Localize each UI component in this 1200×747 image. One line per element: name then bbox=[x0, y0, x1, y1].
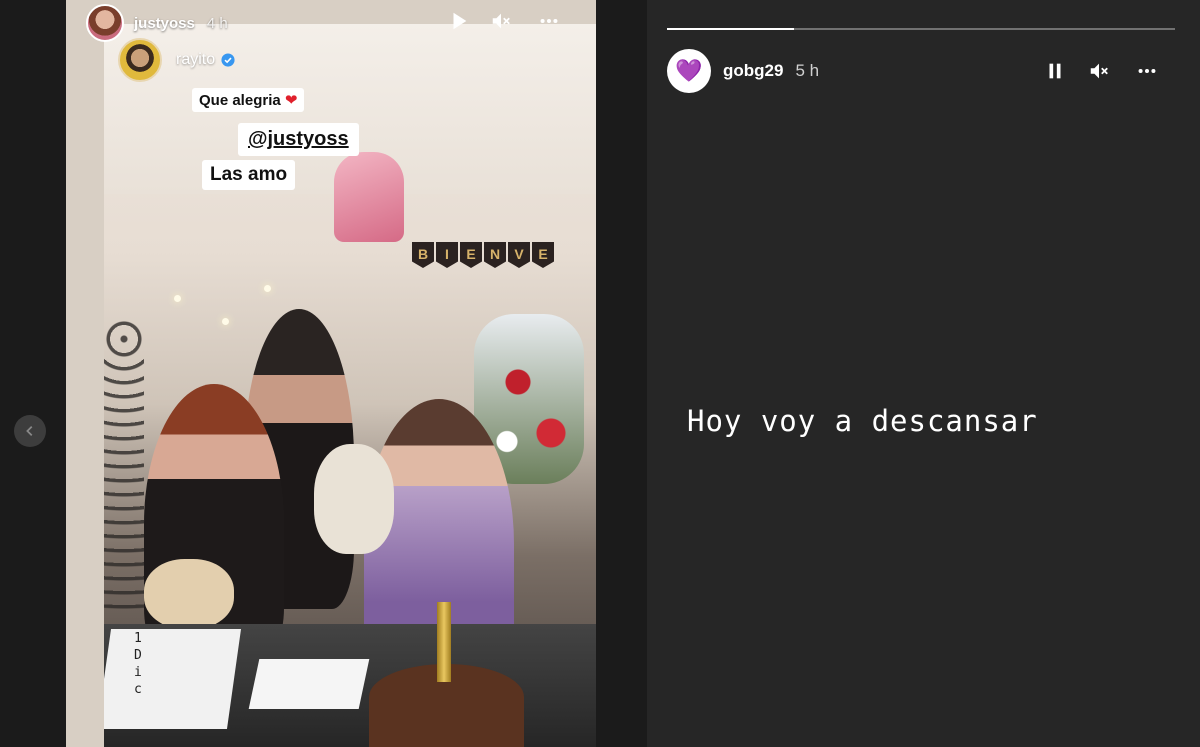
purple-heart-icon: 💜 bbox=[675, 58, 703, 83]
story-viewer-current[interactable]: 💜 gobg29 5 h Hoy voy a descansar bbox=[647, 0, 1200, 747]
banner-letter: E bbox=[460, 242, 482, 268]
story-viewer-left[interactable]: BIENVE 1 D i c justyoss 4 h rayito Que a… bbox=[66, 0, 596, 747]
date-text: 1 D i c bbox=[134, 630, 148, 698]
banner-letter: N bbox=[484, 242, 506, 268]
balloon bbox=[334, 152, 404, 242]
timestamp: 4 h bbox=[206, 14, 228, 32]
previous-story-button[interactable] bbox=[14, 415, 46, 447]
avatar[interactable]: 💜 bbox=[667, 49, 711, 93]
ceiling-light bbox=[222, 318, 229, 325]
decorative-lamp bbox=[104, 319, 144, 609]
verified-badge-icon bbox=[221, 53, 235, 67]
dog-white bbox=[314, 444, 394, 554]
banner-letter: E bbox=[532, 242, 554, 268]
text-sticker: Que alegria ❤ bbox=[192, 88, 305, 112]
reshared-username[interactable]: rayito bbox=[176, 51, 215, 69]
play-icon[interactable] bbox=[446, 8, 472, 34]
more-icon[interactable] bbox=[1134, 58, 1160, 84]
sticker-text: Las amo bbox=[210, 164, 288, 185]
chevron-left-icon bbox=[26, 426, 33, 436]
banner-letter: I bbox=[436, 242, 458, 268]
pause-icon[interactable] bbox=[1042, 58, 1068, 84]
timestamp: 5 h bbox=[795, 61, 820, 80]
plate bbox=[248, 659, 370, 709]
welcome-banner: BIENVE bbox=[412, 242, 562, 286]
story-progress-bar bbox=[667, 28, 1175, 30]
ceiling-light bbox=[264, 285, 271, 292]
story-text: Hoy voy a descansar bbox=[687, 404, 1038, 438]
heart-icon: ❤ bbox=[284, 92, 298, 109]
candle bbox=[437, 602, 451, 682]
banner-letter: V bbox=[508, 242, 530, 268]
more-icon[interactable] bbox=[536, 8, 562, 34]
mute-icon[interactable] bbox=[1086, 58, 1112, 84]
text-sticker: Las amo bbox=[202, 160, 296, 190]
avatar[interactable] bbox=[118, 38, 162, 82]
ceiling-light bbox=[174, 295, 181, 302]
mention-sticker[interactable]: @justyoss bbox=[238, 123, 359, 156]
date-char: c bbox=[134, 682, 142, 697]
date-char: i bbox=[134, 665, 142, 680]
dog-small bbox=[144, 559, 234, 629]
date-char: 1 bbox=[134, 631, 142, 646]
sticker-text: Que alegria bbox=[199, 92, 281, 109]
napkin bbox=[104, 629, 242, 729]
mention-text[interactable]: @justyoss bbox=[248, 128, 349, 150]
banner-letter: B bbox=[412, 242, 434, 268]
username[interactable]: gobg29 bbox=[723, 61, 783, 81]
username[interactable]: justyoss bbox=[134, 15, 195, 32]
story-progress-fill bbox=[667, 28, 794, 30]
reshared-from: rayito bbox=[118, 38, 235, 82]
mute-icon[interactable] bbox=[488, 8, 514, 34]
avatar[interactable] bbox=[86, 4, 124, 42]
date-char: D bbox=[134, 648, 142, 663]
